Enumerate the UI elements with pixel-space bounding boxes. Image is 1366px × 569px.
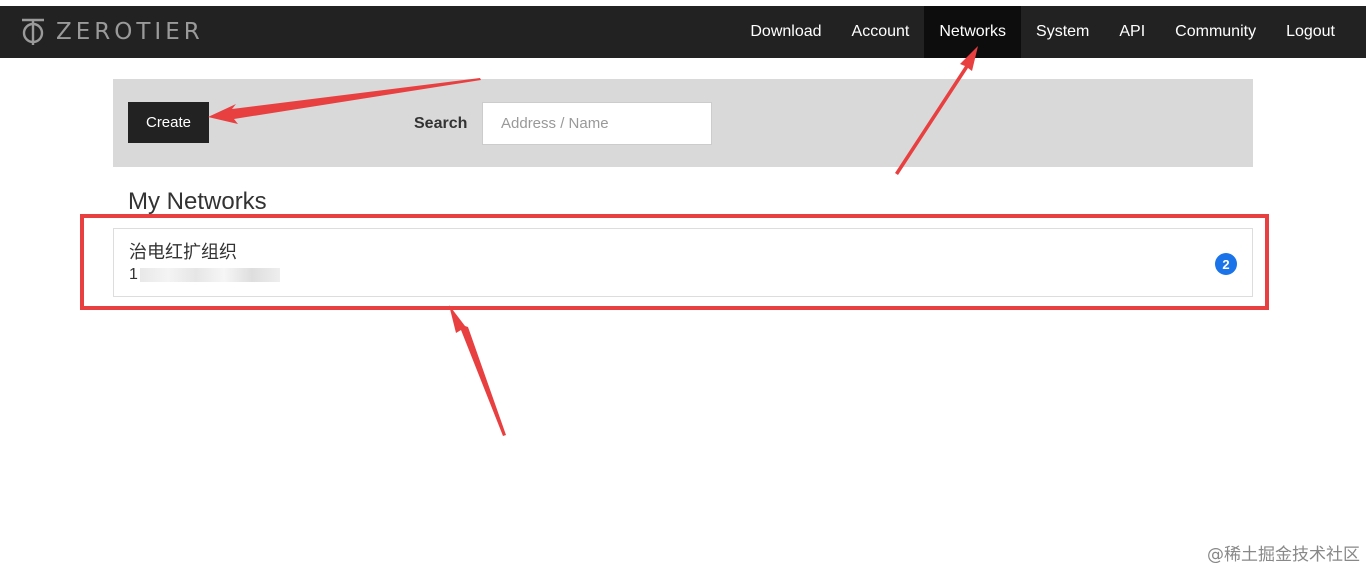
network-list-item[interactable]: 治电红扩组织 1 2	[113, 228, 1253, 297]
watermark: @稀土掘金技术社区	[1207, 545, 1360, 565]
my-networks-title: My Networks	[128, 188, 267, 215]
search-input[interactable]	[482, 102, 712, 145]
nav-networks[interactable]: Networks	[924, 6, 1022, 58]
search-label: Search	[414, 115, 468, 132]
nav-system[interactable]: System	[1021, 6, 1104, 58]
network-name: 治电红扩组织	[129, 242, 237, 262]
create-network-button[interactable]: Create	[128, 102, 209, 143]
nav-community[interactable]: Community	[1160, 6, 1271, 58]
nav-download[interactable]: Download	[735, 6, 836, 58]
network-id: 1	[129, 266, 280, 284]
redacted-id-blur	[139, 268, 280, 282]
annotation-arrow-to-network-item	[449, 305, 506, 436]
nav-account[interactable]: Account	[837, 6, 925, 58]
nav-api[interactable]: API	[1104, 6, 1160, 58]
network-toolbar: Create Search	[113, 79, 1253, 167]
zerotier-logo-icon	[22, 18, 44, 45]
main-nav: Download Account Networks System API Com…	[735, 6, 1350, 58]
top-navbar: ZEROTIER Download Account Networks Syste…	[0, 6, 1366, 58]
nav-logout[interactable]: Logout	[1271, 6, 1350, 58]
network-id-visible: 1	[129, 266, 138, 283]
zerotier-logo[interactable]: ZEROTIER	[20, 17, 204, 47]
logo-text: ZEROTIER	[56, 19, 204, 45]
member-count-badge: 2	[1215, 253, 1237, 275]
